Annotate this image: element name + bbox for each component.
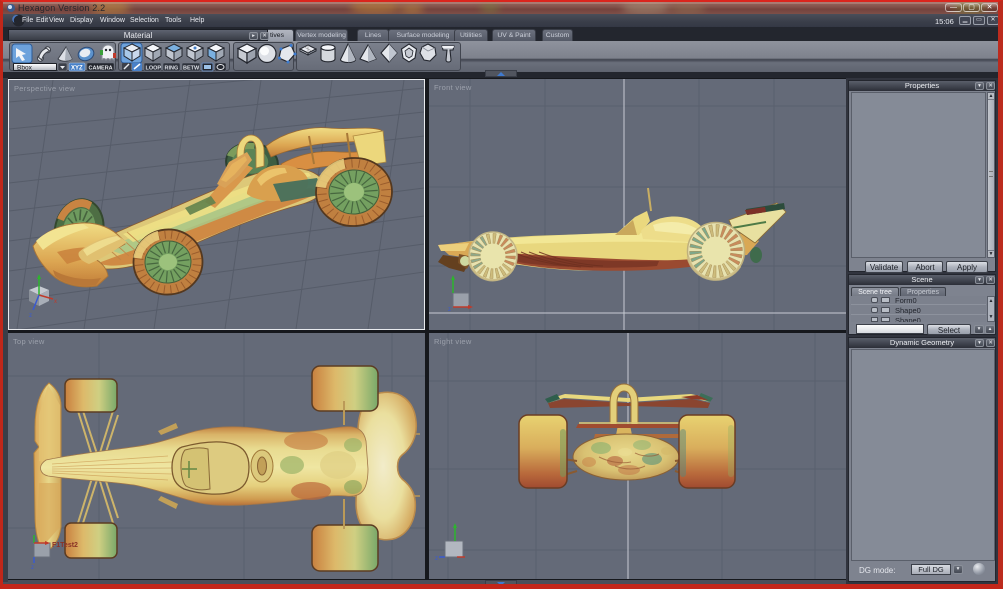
svg-text:LOOP: LOOP bbox=[146, 66, 162, 72]
svg-text:x: x bbox=[54, 299, 57, 305]
svg-text:z: z bbox=[435, 556, 438, 562]
svg-text:XYZ: XYZ bbox=[71, 66, 83, 72]
svg-text:z: z bbox=[31, 565, 34, 571]
svg-text:BETW: BETW bbox=[183, 66, 200, 72]
svg-text:z: z bbox=[29, 313, 32, 319]
svg-text:RING: RING bbox=[165, 66, 179, 72]
svg-text:Bbox: Bbox bbox=[17, 65, 33, 72]
svg-text:CAMERA: CAMERA bbox=[89, 66, 113, 72]
svg-text:z: z bbox=[448, 307, 451, 313]
svg-text:F1Test2: F1Test2 bbox=[52, 542, 78, 549]
